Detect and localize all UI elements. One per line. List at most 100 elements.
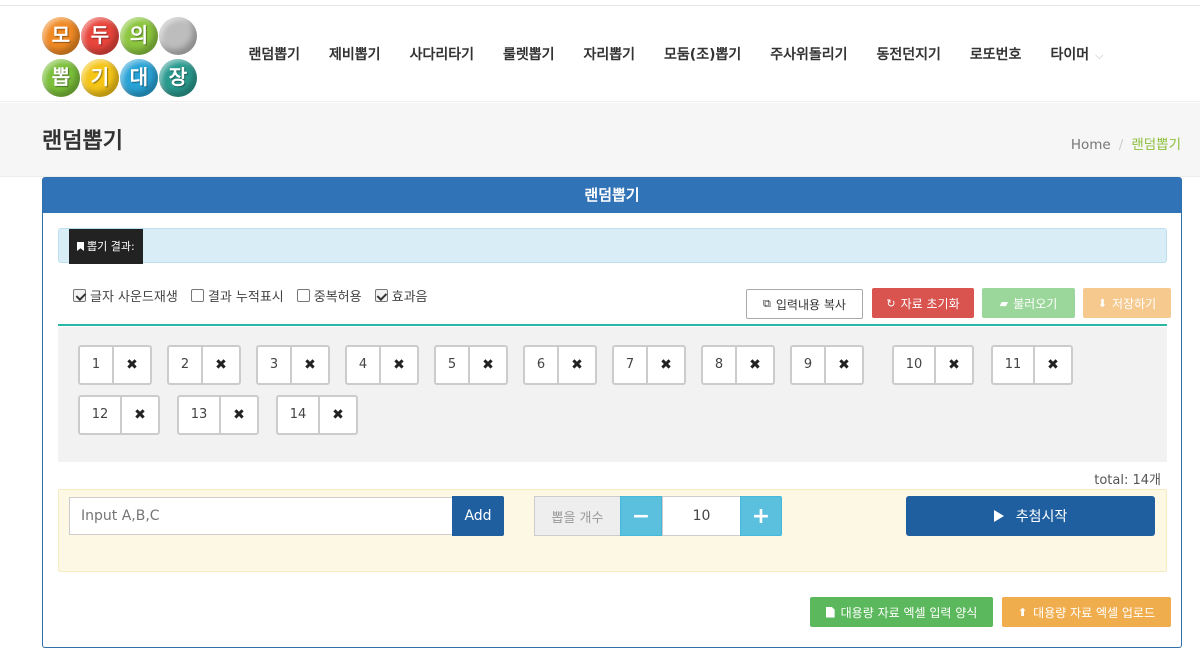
option-label: 글자 사운드재생 (90, 290, 178, 305)
breadcrumb-home[interactable]: Home (1071, 137, 1111, 153)
remove-icon[interactable]: ✖ (1035, 347, 1071, 383)
refresh-icon: ↻ (886, 296, 896, 310)
item-label: 14 (278, 397, 320, 433)
item-chip: 8 ✖ (701, 345, 775, 385)
logo-ball: 대 (120, 59, 158, 97)
option-checkbox[interactable]: 결과 누적표시 (190, 286, 284, 305)
checkbox[interactable] (190, 289, 204, 302)
item-chip: 3 ✖ (256, 345, 330, 385)
logo-ball: 뽑 (42, 59, 80, 97)
nav-item[interactable]: 로또번호 (955, 44, 1036, 64)
nav-item-label: 타이머 (1050, 47, 1090, 63)
upload-icon: ⬆ (1017, 605, 1028, 619)
play-icon (993, 510, 1004, 522)
start-draw-label: 추첨시작 (1015, 509, 1068, 525)
nav-item[interactable]: 자리뽑기 (569, 44, 650, 64)
divider (58, 324, 1167, 326)
item-chip: 1 ✖ (78, 345, 152, 385)
page-title: 랜덤뽑기 (42, 129, 123, 154)
remove-icon[interactable]: ✖ (648, 347, 684, 383)
option-label: 중복허용 (313, 290, 362, 305)
nav-item[interactable]: 랜덤뽑기 (234, 44, 315, 64)
remove-icon[interactable]: ✖ (381, 347, 417, 383)
checkbox[interactable] (374, 289, 388, 302)
download-icon: ⬇ (1097, 296, 1108, 310)
copy-input-label: 입력내용 복사 (775, 297, 846, 312)
item-label: 10 (894, 347, 936, 383)
nav-item[interactable]: 타이머 ⌵ (1036, 44, 1118, 64)
item-label: 5 (436, 347, 470, 383)
random-pick-panel: 랜덤뽑기 뽑기 결과: 글자 사운드재생 결과 누적표시 중복허용 효과음 ⧉ 입력내용… (42, 177, 1182, 648)
option-label: 결과 누적표시 (207, 290, 284, 305)
remove-icon[interactable]: ✖ (826, 347, 862, 383)
decrement-button[interactable]: − (620, 496, 662, 536)
item-label: 11 (993, 347, 1035, 383)
remove-icon[interactable]: ✖ (936, 347, 972, 383)
add-button[interactable]: Add (452, 496, 504, 536)
folder-open-icon: ▰ (999, 296, 1009, 310)
logo-ball: 장 (159, 59, 197, 97)
remove-icon[interactable]: ✖ (559, 347, 595, 383)
nav-item-label: 룰렛뽑기 (502, 47, 555, 63)
item-chip: 13 ✖ (177, 395, 259, 435)
start-draw-button[interactable]: 추첨시작 (906, 496, 1155, 536)
result-box: 뽑기 결과: (58, 228, 1167, 264)
remove-icon[interactable]: ✖ (221, 397, 257, 433)
site-logo[interactable]: 모두의뽑기대장 (42, 14, 200, 98)
breadcrumb: Home / 랜덤뽑기 (1071, 133, 1181, 153)
nav-item-label: 동전던지기 (876, 47, 941, 63)
checkbox[interactable] (296, 289, 310, 302)
item-label: 9 (792, 347, 826, 383)
option-checkbox[interactable]: 중복허용 (296, 286, 362, 305)
save-label: 저장하기 (1112, 296, 1157, 311)
item-chip: 14 ✖ (276, 395, 358, 435)
checkbox[interactable] (73, 289, 86, 302)
remove-icon[interactable]: ✖ (114, 347, 150, 383)
copy-input-button[interactable]: ⧉ 입력내용 복사 (746, 289, 863, 319)
main-nav: 랜덤뽑기 제비뽑기 사다리타기 룰렛뽑기 자리뽑기 모둠(조)뽑기 주사위돌리기 동전던지기 로… (234, 6, 1118, 102)
nav-item[interactable]: 모둠(조)뽑기 (650, 44, 756, 64)
save-button[interactable]: ⬇ 저장하기 (1083, 288, 1171, 318)
item-label: 12 (80, 397, 122, 433)
pick-count-input[interactable]: 10 (662, 496, 741, 536)
item-chip: 11 ✖ (991, 345, 1073, 385)
nav-item[interactable]: 제비뽑기 (315, 44, 396, 64)
remove-icon[interactable]: ✖ (737, 347, 773, 383)
excel-form-button[interactable]: 대용량 자료 엑셀 입력 양식 (810, 597, 993, 627)
item-chip: 9 ✖ (790, 345, 864, 385)
item-label: 2 (169, 347, 203, 383)
item-label: 1 (80, 347, 114, 383)
panel-title: 랜덤뽑기 (43, 178, 1181, 213)
logo-ball: 모 (42, 17, 80, 55)
remove-icon[interactable]: ✖ (292, 347, 328, 383)
load-button[interactable]: ▰ 불러오기 (982, 288, 1075, 318)
item-input[interactable] (69, 497, 453, 535)
nav-item[interactable]: 룰렛뽑기 (488, 44, 569, 64)
remove-icon[interactable]: ✖ (470, 347, 506, 383)
site-header: 모두의뽑기대장 랜덤뽑기 제비뽑기 사다리타기 룰렛뽑기 자리뽑기 모둠(조)뽑기 주사위돌… (0, 6, 1200, 102)
pick-count-label: 뽑을 개수 (534, 496, 621, 536)
item-chip: 10 ✖ (892, 345, 974, 385)
option-checkbox[interactable]: 효과음 (374, 286, 428, 305)
result-label: 뽑기 결과: (69, 229, 143, 264)
items-list: 1 ✖ 2 ✖ 3 ✖ 4 ✖ 5 ✖ 6 ✖ 7 ✖ 8 ✖ 9 ✖ 10 ✖ 11 ✖ 12 ✖ 13 ✖ 14 ✖ (58, 327, 1167, 462)
excel-upload-button[interactable]: ⬆ 대용량 자료 엑셀 업로드 (1002, 597, 1171, 627)
excel-form-label: 대용량 자료 엑셀 입력 양식 (840, 605, 978, 620)
remove-icon[interactable]: ✖ (203, 347, 239, 383)
nav-item-label: 랜덤뽑기 (248, 47, 301, 63)
remove-icon[interactable]: ✖ (122, 397, 158, 433)
item-chip: 5 ✖ (434, 345, 508, 385)
reset-data-button[interactable]: ↻ 자료 초기화 (872, 288, 974, 318)
item-label: 4 (347, 347, 381, 383)
bookmark-icon (77, 242, 84, 251)
item-label: 3 (258, 347, 292, 383)
item-label: 8 (703, 347, 737, 383)
increment-button[interactable]: + (740, 496, 782, 536)
nav-item[interactable]: 사다리타기 (395, 44, 488, 64)
page-title-bar: 랜덤뽑기 Home / 랜덤뽑기 (0, 103, 1200, 177)
remove-icon[interactable]: ✖ (320, 397, 356, 433)
copy-icon: ⧉ (763, 297, 771, 310)
option-checkbox[interactable]: 글자 사운드재생 (73, 286, 178, 305)
nav-item[interactable]: 동전던지기 (862, 44, 955, 64)
nav-item[interactable]: 주사위돌리기 (756, 44, 862, 64)
